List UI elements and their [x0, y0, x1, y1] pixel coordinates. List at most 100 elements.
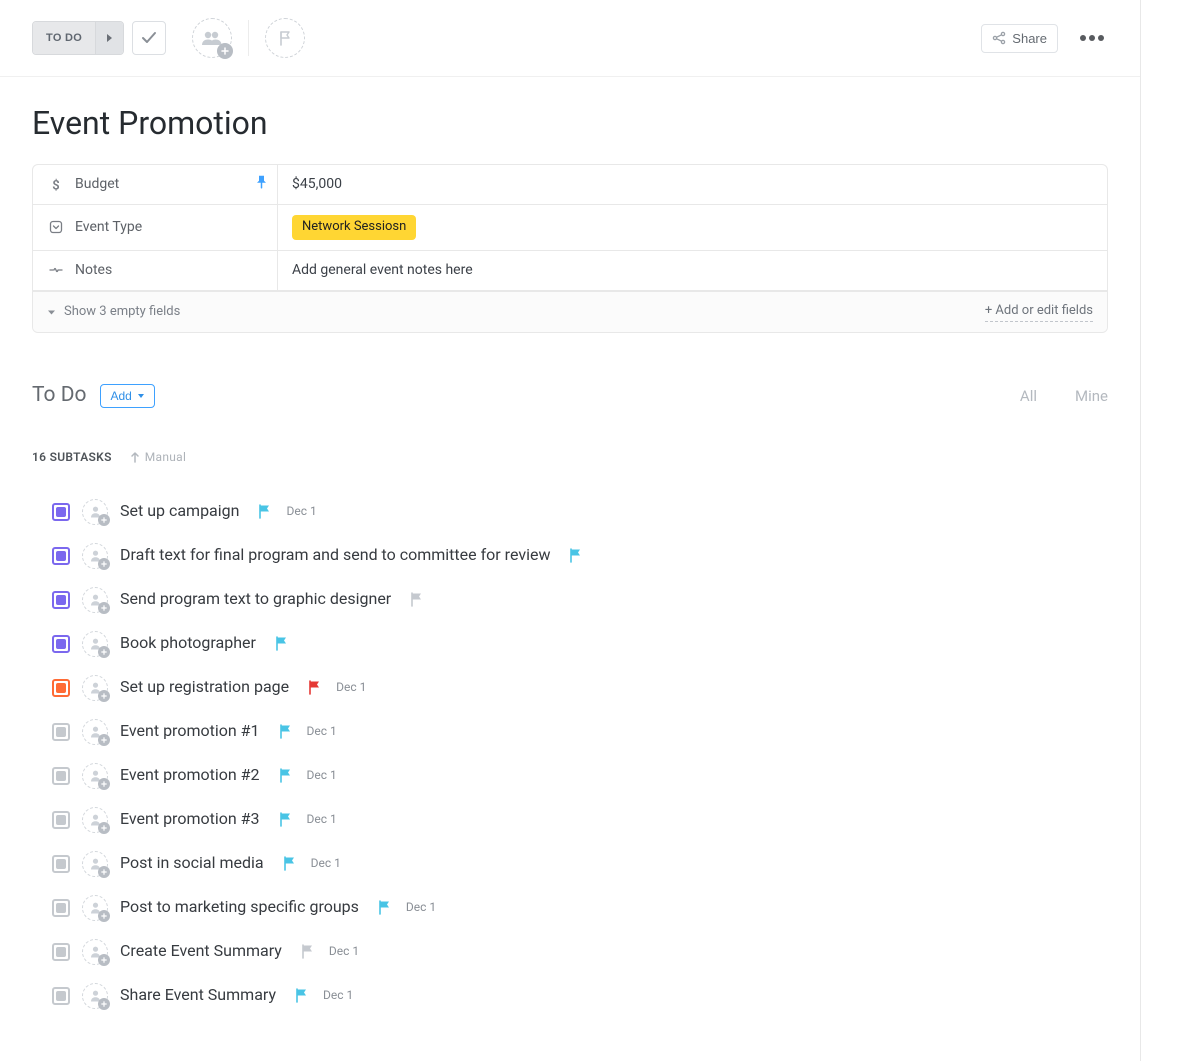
subtask-title[interactable]: Set up registration page [120, 676, 289, 698]
plus-icon [101, 605, 107, 611]
status-checkbox[interactable] [52, 723, 70, 741]
field-value-cell[interactable]: Add general event notes here [278, 251, 1107, 291]
status-checkbox[interactable] [52, 811, 70, 829]
subtask-row[interactable]: Send program text to graphic designer [52, 578, 1108, 622]
assignee-button[interactable] [82, 983, 108, 1009]
subtask-row[interactable]: Draft text for final program and send to… [52, 534, 1108, 578]
assignee-button[interactable] [82, 763, 108, 789]
subtask-row[interactable]: Post in social media Dec 1 [52, 842, 1108, 886]
more-menu-button[interactable] [1076, 29, 1108, 47]
status-checkbox[interactable] [52, 943, 70, 961]
status-dropdown-caret[interactable] [95, 22, 123, 54]
field-label-cell[interactable]: $Budget [33, 165, 278, 205]
plus-badge [98, 558, 110, 570]
tab-all[interactable]: All [1020, 386, 1037, 407]
subtask-title[interactable]: Event promotion #3 [120, 808, 260, 830]
subtask-row[interactable]: Book photographer [52, 622, 1108, 666]
assignee-button[interactable] [82, 895, 108, 921]
show-empty-fields-toggle[interactable]: Show 3 empty fields [47, 303, 180, 321]
status-checkbox[interactable] [52, 679, 70, 697]
status-checkbox[interactable] [52, 855, 70, 873]
status-checkbox[interactable] [52, 503, 70, 521]
assignee-button[interactable] [82, 675, 108, 701]
subtask-row[interactable]: Post to marketing specific groups Dec 1 [52, 886, 1108, 930]
add-subtask-button[interactable]: Add [100, 384, 154, 408]
subtask-title[interactable]: Draft text for final program and send to… [120, 544, 550, 566]
right-gutter [1140, 0, 1200, 1061]
status-checkbox[interactable] [52, 547, 70, 565]
field-value-cell[interactable]: Network Sessiosn [278, 205, 1107, 249]
sort-label: Manual [145, 449, 187, 466]
assignee-button[interactable] [82, 499, 108, 525]
status-checkbox[interactable] [52, 767, 70, 785]
field-label-cell[interactable]: Event Type [33, 205, 278, 249]
plus-icon [101, 825, 107, 831]
plus-badge [98, 910, 110, 922]
subtask-title[interactable]: Send program text to graphic designer [120, 588, 391, 610]
priority-button[interactable] [265, 18, 305, 58]
subtask-row[interactable]: Share Event Summary Dec 1 [52, 974, 1108, 1018]
due-date[interactable]: Dec 1 [307, 767, 337, 784]
status-checkbox[interactable] [52, 591, 70, 609]
field-label-cell[interactable]: Notes [33, 251, 278, 291]
assignees-button[interactable] [192, 18, 232, 58]
checkbox-fill [56, 595, 66, 605]
subtask-row[interactable]: Event promotion #1 Dec 1 [52, 710, 1108, 754]
status-checkbox[interactable] [52, 635, 70, 653]
flag-icon [294, 988, 309, 1003]
add-edit-fields-link[interactable]: + Add or edit fields [985, 302, 1093, 322]
add-label: Add [110, 389, 131, 403]
subtask-title[interactable]: Set up campaign [120, 500, 239, 522]
assignee-button[interactable] [82, 719, 108, 745]
assignee-button[interactable] [82, 939, 108, 965]
due-date[interactable]: Dec 1 [336, 679, 366, 696]
share-button[interactable]: Share [981, 24, 1058, 53]
arrow-up-icon [130, 451, 140, 463]
subtask-row[interactable]: Event promotion #3 Dec 1 [52, 798, 1108, 842]
plus-badge [98, 514, 110, 526]
due-date[interactable]: Dec 1 [406, 899, 436, 916]
subtask-title[interactable]: Event promotion #1 [120, 720, 260, 742]
sort-button[interactable]: Manual [130, 449, 187, 466]
assignee-button[interactable] [82, 631, 108, 657]
dot-icon [1098, 35, 1104, 41]
subtask-title[interactable]: Post to marketing specific groups [120, 896, 359, 918]
due-date[interactable]: Dec 1 [307, 723, 337, 740]
due-date[interactable]: Dec 1 [286, 503, 316, 520]
due-date[interactable]: Dec 1 [323, 987, 353, 1004]
tab-mine[interactable]: Mine [1075, 386, 1108, 407]
assignee-button[interactable] [82, 807, 108, 833]
status-checkbox[interactable] [52, 987, 70, 1005]
field-value-tag[interactable]: Network Sessiosn [292, 215, 416, 239]
subtask-title[interactable]: Post in social media [120, 852, 264, 874]
field-row: Notes Add general event notes here [33, 251, 1107, 292]
due-date[interactable]: Dec 1 [307, 811, 337, 828]
plus-icon [101, 957, 107, 963]
flag-icon [278, 724, 293, 739]
assignee-button[interactable] [82, 851, 108, 877]
subtask-title[interactable]: Event promotion #2 [120, 764, 260, 786]
assignee-button[interactable] [82, 587, 108, 613]
subtask-title[interactable]: Create Event Summary [120, 940, 282, 962]
subtask-row[interactable]: Set up campaign Dec 1 [52, 490, 1108, 534]
field-value[interactable]: Add general event notes here [292, 261, 473, 281]
status-button[interactable]: TO DO [33, 22, 95, 54]
subtask-row[interactable]: Set up registration page Dec 1 [52, 666, 1108, 710]
due-date[interactable]: Dec 1 [329, 943, 359, 960]
subtask-title[interactable]: Share Event Summary [120, 984, 276, 1006]
toolbar-separator [248, 20, 249, 56]
assignee-button[interactable] [82, 543, 108, 569]
complete-button[interactable] [132, 21, 166, 55]
status-checkbox[interactable] [52, 899, 70, 917]
page-title[interactable]: Event Promotion [32, 101, 1108, 146]
plus-icon [101, 561, 107, 567]
checkbox-fill [56, 771, 66, 781]
due-date[interactable]: Dec 1 [311, 855, 341, 872]
pin-icon [256, 174, 267, 195]
flag-icon [278, 768, 293, 783]
subtask-row[interactable]: Event promotion #2 Dec 1 [52, 754, 1108, 798]
subtask-row[interactable]: Create Event Summary Dec 1 [52, 930, 1108, 974]
subtask-title[interactable]: Book photographer [120, 632, 256, 654]
field-value-cell[interactable]: $45,000 [278, 165, 1107, 205]
field-value[interactable]: $45,000 [292, 175, 342, 195]
